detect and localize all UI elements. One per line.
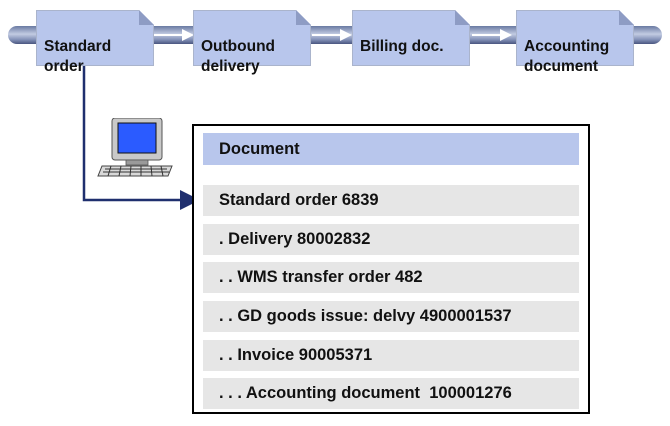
document-row-accounting-document[interactable]: . . . Accounting document 100001276 bbox=[203, 378, 579, 409]
document-flow-panel: Document Standard order 6839 . Delivery … bbox=[192, 124, 590, 414]
document-row-wms-transfer-order[interactable]: . . WMS transfer order 482 bbox=[203, 262, 579, 293]
document-header: Document bbox=[203, 133, 579, 165]
document-row-standard-order[interactable]: Standard order 6839 bbox=[203, 185, 579, 216]
document-row-delivery[interactable]: . Delivery 80002832 bbox=[203, 224, 579, 255]
document-row-invoice[interactable]: . . Invoice 90005371 bbox=[203, 340, 579, 371]
document-row-goods-issue[interactable]: . . GD goods issue: delvy 4900001537 bbox=[203, 301, 579, 332]
computer-icon bbox=[97, 118, 173, 177]
